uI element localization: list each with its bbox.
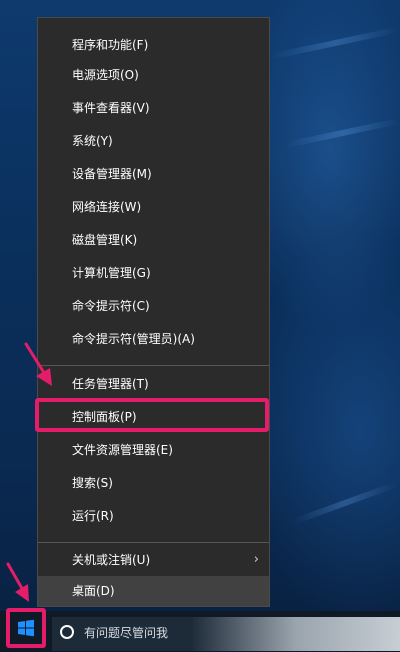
menu-item-network-connections[interactable]: 网络连接(W)	[38, 192, 269, 222]
menu-item-device-manager[interactable]: 设备管理器(M)	[38, 159, 269, 189]
chevron-right-icon: ›	[253, 552, 259, 567]
menu-item-system[interactable]: 系统(Y)	[38, 126, 269, 156]
menu-item-command-prompt-admin[interactable]: 命令提示符(管理员)(A)	[38, 324, 269, 354]
wallpaper-streak	[285, 118, 400, 148]
menu-separator	[38, 542, 269, 543]
cortana-icon	[60, 625, 74, 639]
menu-item-power-options[interactable]: 电源选项(O)	[38, 60, 269, 90]
menu-item-desktop[interactable]: 桌面(D)	[38, 576, 269, 606]
menu-item-shutdown-or-sign-out[interactable]: 关机或注销(U) ›	[38, 545, 269, 575]
taskbar-search-box[interactable]: 有问题尽管问我	[52, 617, 400, 651]
menu-item-search[interactable]: 搜索(S)	[38, 468, 269, 498]
menu-item-label: 关机或注销(U)	[72, 553, 151, 567]
menu-item-event-viewer[interactable]: 事件查看器(V)	[38, 93, 269, 123]
menu-item-computer-management[interactable]: 计算机管理(G)	[38, 258, 269, 288]
menu-item-programs-and-features[interactable]: 程序和功能(F)	[38, 30, 269, 60]
annotation-arrow-icon	[24, 342, 52, 386]
menu-item-command-prompt[interactable]: 命令提示符(C)	[38, 291, 269, 321]
menu-item-file-explorer[interactable]: 文件资源管理器(E)	[38, 435, 269, 465]
wallpaper-streak	[292, 481, 398, 525]
search-placeholder: 有问题尽管问我	[84, 626, 169, 640]
wallpaper-streak	[270, 26, 400, 60]
menu-item-run[interactable]: 运行(R)	[38, 501, 269, 531]
menu-separator	[38, 365, 269, 366]
start-button-highlight-box	[6, 608, 46, 648]
winx-context-menu: 程序和功能(F) 电源选项(O) 事件查看器(V) 系统(Y) 设备管理器(M)…	[37, 17, 270, 607]
menu-item-control-panel[interactable]: 控制面板(P)	[38, 402, 269, 432]
annotation-arrow-icon	[6, 562, 29, 602]
menu-item-task-manager[interactable]: 任务管理器(T)	[38, 369, 269, 399]
menu-item-disk-management[interactable]: 磁盘管理(K)	[38, 225, 269, 255]
